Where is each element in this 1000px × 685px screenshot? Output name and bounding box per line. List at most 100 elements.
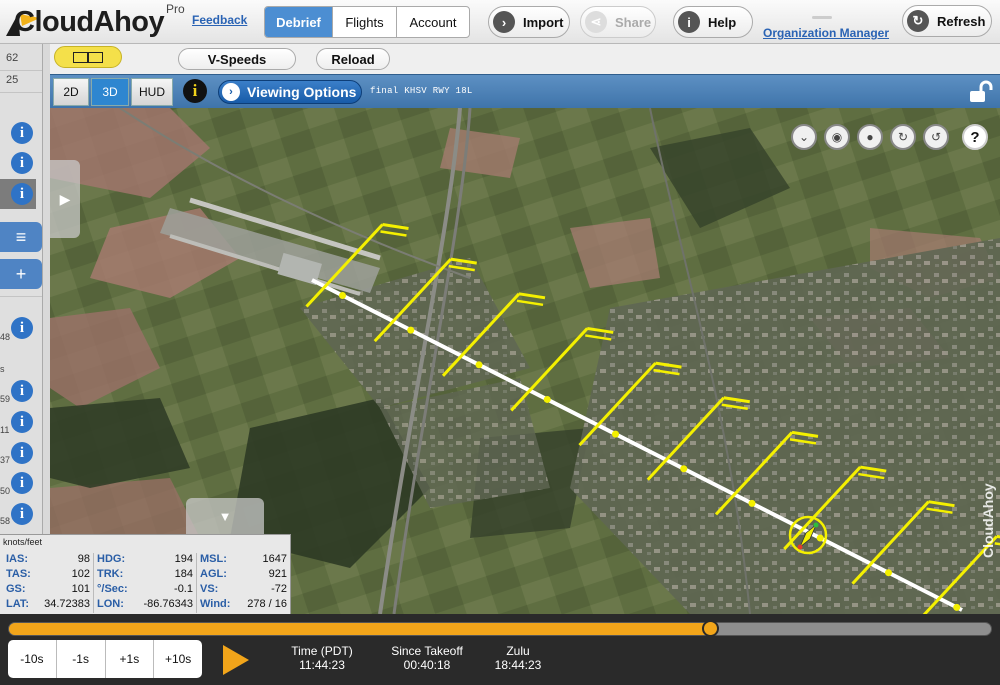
cloudahoy-watermark: CloudAhoy xyxy=(980,483,996,558)
help-label: Help xyxy=(708,14,737,30)
wind-value: 278 / 16 xyxy=(247,598,287,610)
add-flight-button[interactable]: + xyxy=(0,259,42,289)
flight-info-icon[interactable]: i xyxy=(11,152,33,174)
msl-label: MSL: xyxy=(200,553,227,565)
flight-info-icon[interactable]: i xyxy=(11,380,33,402)
flight-data-panel: knots/feet IAS: 98 TAS: 102 GS: 101 LAT: 34.… xyxy=(0,534,291,614)
list-item-value: s xyxy=(0,364,5,374)
ias-label: IAS: xyxy=(6,553,28,565)
skip-forward-1s-button[interactable]: +1s xyxy=(106,640,155,678)
time-pdt-block: Time (PDT) 11:44:23 xyxy=(286,644,358,672)
flight-info-icon[interactable]: i xyxy=(11,317,33,339)
flight-info-icon[interactable]: i xyxy=(11,503,33,525)
since-takeoff-label: Since Takeoff xyxy=(391,644,463,658)
agl-label: AGL: xyxy=(200,568,227,580)
flag-toggle-button[interactable] xyxy=(54,46,122,68)
skip-buttons: -10s -1s +1s +10s xyxy=(8,640,202,678)
skip-back-10s-button[interactable]: -10s xyxy=(8,640,57,678)
feedback-link[interactable]: Feedback xyxy=(192,13,247,27)
unlock-icon[interactable] xyxy=(968,80,994,104)
flight-info-icon[interactable]: i xyxy=(11,442,33,464)
timeline-progress-fill xyxy=(9,623,710,635)
list-item-value: 11 xyxy=(0,425,10,435)
share-label: Share xyxy=(615,14,652,30)
since-takeoff-block: Since Takeoff 00:40:18 xyxy=(384,644,470,672)
import-button[interactable]: › Import xyxy=(488,6,570,38)
tab-account[interactable]: Account xyxy=(397,7,469,37)
reload-button[interactable]: Reload xyxy=(316,48,390,70)
skip-forward-10s-button[interactable]: +10s xyxy=(154,640,202,678)
vspeeds-button[interactable]: V-Speeds xyxy=(178,48,296,70)
rotate-left-icon[interactable]: ↺ xyxy=(923,124,949,150)
lat-value: 34.72383 xyxy=(44,598,90,610)
viewing-options-label: Viewing Options xyxy=(247,84,357,100)
list-item-value: 50 xyxy=(0,486,11,496)
import-label: Import xyxy=(523,14,564,30)
rotate-right-icon[interactable]: ↻ xyxy=(890,124,916,150)
info-icon: i xyxy=(678,11,700,33)
flag-icon xyxy=(73,51,103,63)
list-item-value: 58 xyxy=(0,516,11,526)
main-tabs: Debrief Flights Account xyxy=(264,6,470,38)
trk-label: TRK: xyxy=(97,568,124,580)
secondary-toolbar: V-Speeds Reload xyxy=(50,44,1000,74)
help-icon[interactable]: ? xyxy=(962,124,988,150)
hdg-label: HDG: xyxy=(97,553,126,565)
time-label: Time (PDT) xyxy=(291,644,353,658)
divider xyxy=(0,70,42,71)
divider xyxy=(93,553,94,613)
refresh-button[interactable]: ↻ Refresh xyxy=(902,5,992,37)
approach-segment-label: final KHSV RWY 18L xyxy=(370,86,473,96)
timeline-scrubber-track[interactable] xyxy=(8,622,992,636)
timeline-scrubber-handle[interactable] xyxy=(701,620,719,637)
org-name-redacted xyxy=(812,16,832,19)
divider xyxy=(0,296,42,297)
turn-rate-label: °/Sec: xyxy=(97,583,128,595)
trk-value: 184 xyxy=(174,568,193,580)
play-icon[interactable] xyxy=(223,645,249,675)
tab-flights[interactable]: Flights xyxy=(333,7,397,37)
viewing-options-button[interactable]: › Viewing Options xyxy=(218,80,362,104)
gs-label: GS: xyxy=(6,583,26,595)
organization-manager-link[interactable]: Organization Manager xyxy=(763,26,889,40)
view-hud-button[interactable]: HUD xyxy=(131,78,173,106)
share-icon: ⋖ xyxy=(585,11,607,33)
divider xyxy=(196,553,197,613)
flight-info-icon[interactable]: i xyxy=(11,411,33,433)
turn-rate-value: -0.1 xyxy=(174,583,193,595)
help-button[interactable]: i Help xyxy=(673,6,753,38)
flight-info-icon[interactable]: i xyxy=(11,183,33,205)
refresh-label: Refresh xyxy=(937,13,986,29)
list-item-value: 37 xyxy=(0,455,11,465)
view-3d-button[interactable]: 3D xyxy=(91,78,129,106)
view-toolbar: 2D 3D HUD i › Viewing Options final KHSV… xyxy=(50,74,1000,108)
view-2d-button[interactable]: 2D xyxy=(53,78,89,106)
lon-label: LON: xyxy=(97,598,124,610)
share-button[interactable]: ⋖ Share xyxy=(580,6,656,38)
flight-info-icon[interactable]: i xyxy=(11,122,33,144)
list-item-value: 48 xyxy=(0,332,11,342)
list-item-value: 25 xyxy=(6,74,19,86)
gs-value: 101 xyxy=(71,583,90,595)
telemetry-column-2: HDG: 194 TRK: 184 °/Sec: -0.1 LON: -86.76343 xyxy=(97,553,193,613)
record-icon[interactable]: ● xyxy=(857,124,883,150)
telemetry-column-1: IAS: 98 TAS: 102 GS: 101 LAT: 34.72383 xyxy=(6,553,90,613)
list-item-value: 62 xyxy=(6,52,19,64)
msl-value: 1647 xyxy=(262,553,287,565)
chevron-right-icon: › xyxy=(222,83,240,101)
tab-debrief[interactable]: Debrief xyxy=(265,7,333,37)
playback-timeline: -10s -1s +1s +10s Time (PDT) 11:44:23 Si… xyxy=(0,614,1000,685)
top-bar: CloudAhoy Pro Feedback Debrief Flights A… xyxy=(0,0,1000,44)
vs-label: VS: xyxy=(200,583,219,595)
expand-sidebar-arrow-icon[interactable]: ▶ xyxy=(50,160,80,238)
camera-tilt-icon[interactable]: ⌄ xyxy=(791,124,817,150)
lon-value: -86.76343 xyxy=(143,598,193,610)
expand-panel-arrow-icon[interactable]: ▼ xyxy=(186,498,264,534)
logo-text[interactable]: CloudAhoy xyxy=(14,6,165,39)
eye-icon[interactable]: ◉ xyxy=(824,124,850,150)
skip-back-1s-button[interactable]: -1s xyxy=(57,640,106,678)
flight-info-icon[interactable]: i xyxy=(11,472,33,494)
camera-controls: ⌄ ◉ ● ↻ ↺ ? xyxy=(791,124,988,150)
list-menu-button[interactable]: ≡ xyxy=(0,222,42,252)
view-info-icon[interactable]: i xyxy=(183,79,207,103)
